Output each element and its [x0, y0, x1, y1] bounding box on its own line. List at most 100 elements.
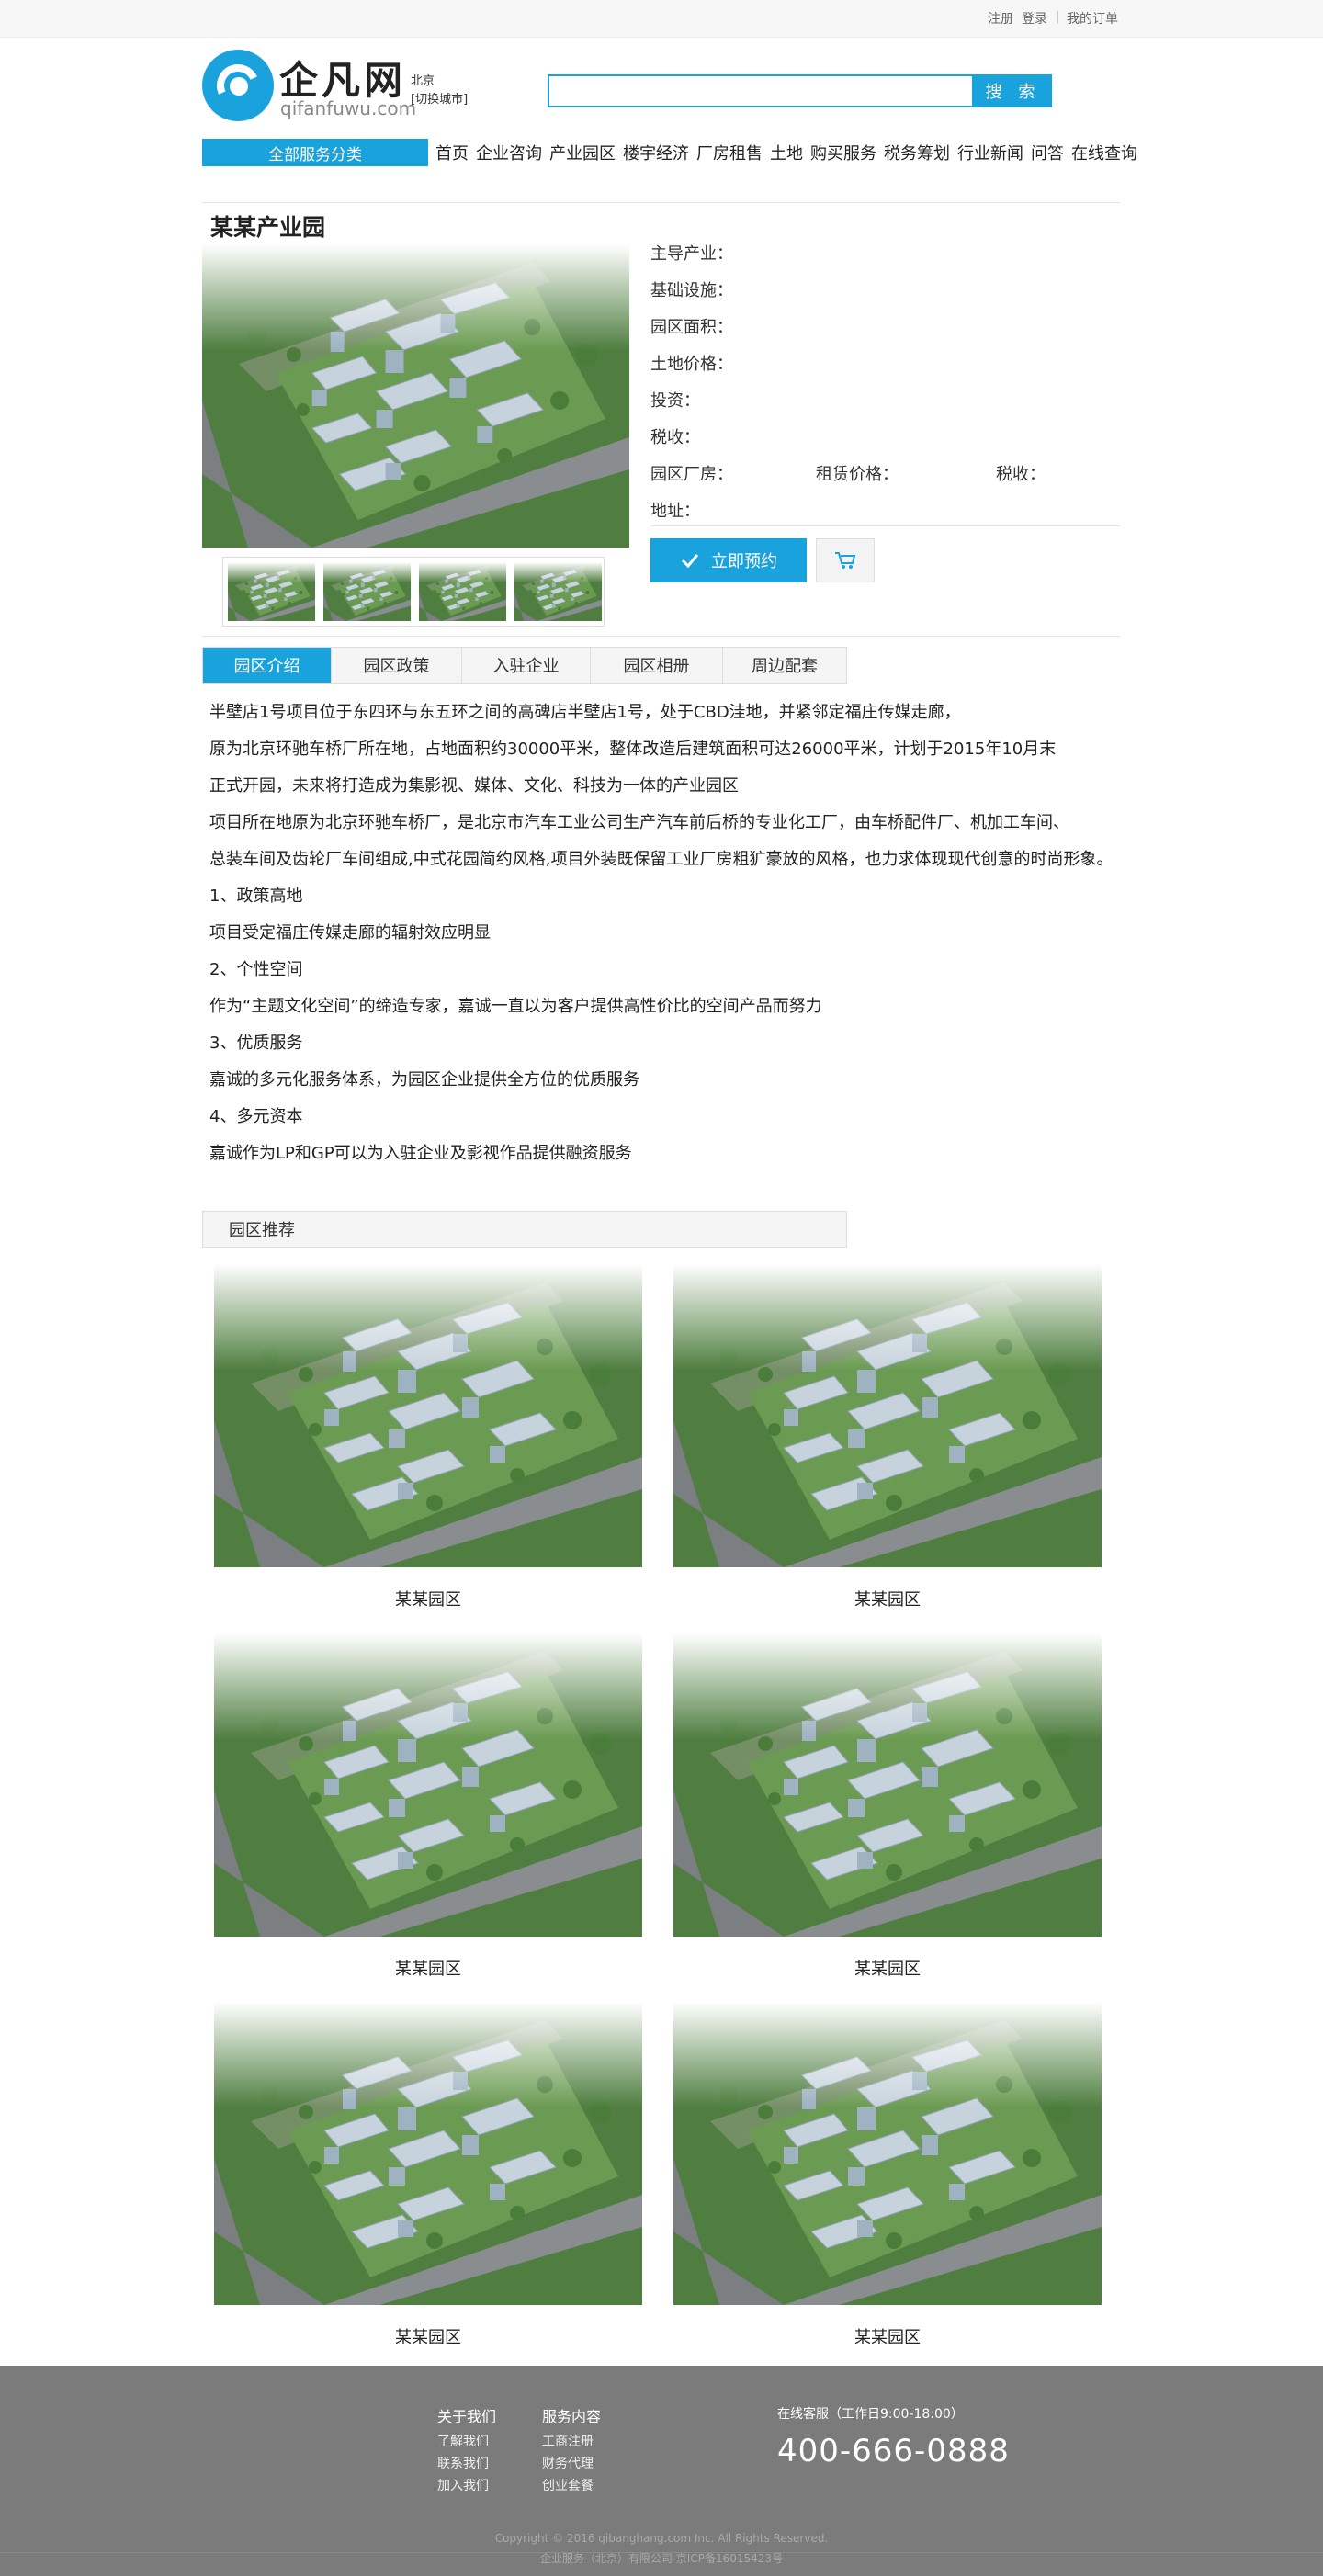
company-icp-text: 企业服务（北京）有限公司 京ICP备16015423号	[539, 2552, 784, 2565]
tab-policy[interactable]: 园区政策	[332, 648, 462, 683]
tab-album[interactable]: 园区相册	[591, 648, 723, 683]
nav-building-economy[interactable]: 楼宇经济	[623, 141, 689, 164]
footer-service-title: 服务内容	[542, 2408, 602, 2425]
park-main-image	[202, 244, 629, 548]
park-card[interactable]: 某某园区	[214, 2002, 642, 2348]
park-card-image[interactable]	[673, 1264, 1102, 1567]
main-nav: 首页 企业咨询 产业园区 楼宇经济 厂房租售 土地 购买服务 税务筹划 行业新闻…	[435, 139, 1145, 166]
hotline-phone: 400-666-0888	[777, 2433, 1010, 2469]
description-line: 项目所在地原为北京环驰车桥厂，是北京市汽车工业公司生产汽车前后桥的专业化工厂，由…	[209, 813, 1069, 832]
footer-link[interactable]: 加入我们	[437, 2476, 489, 2494]
info-tax-2: 税收：	[996, 465, 1046, 484]
switch-city-link[interactable]: [切换城市]	[411, 91, 468, 109]
park-card[interactable]: 某某园区	[673, 2002, 1102, 2348]
info-rent-price: 租赁价格：	[816, 465, 899, 484]
description-line: 嘉诚的多元化服务体系，为园区企业提供全方位的优质服务	[209, 1070, 639, 1090]
all-categories-button[interactable]: 全部服务分类	[202, 139, 428, 166]
footer-link[interactable]: 财务代理	[542, 2454, 594, 2472]
info-land-price: 土地价格：	[650, 355, 733, 374]
page-title: 某某产业园	[210, 214, 326, 241]
description-line: 半壁店1号项目位于东四环与东五环之间的高碑店半壁店1号，处于CBD洼地，并紧邻定…	[209, 703, 961, 722]
description-line: 项目受定福庄传媒走廊的辐射效应明显	[209, 923, 491, 943]
tab-tenants[interactable]: 入驻企业	[462, 648, 591, 683]
park-thumbnail[interactable]	[514, 562, 602, 621]
park-card-title[interactable]: 某某园区	[673, 2324, 1102, 2348]
info-facilities: 基础设施：	[650, 281, 733, 300]
copyright-text: Copyright © 2016 qibanghang.com Inc. All…	[494, 2532, 829, 2545]
description-line: 3、优质服务	[209, 1034, 303, 1053]
park-thumbnail[interactable]	[228, 562, 315, 621]
description-line: 正式开园，未来将打造成为集影视、媒体、文化、科技为一体的产业园区	[209, 776, 739, 796]
park-card[interactable]: 某某园区	[214, 1264, 642, 1610]
service-hours: 在线客服（工作日9:00-18:00）	[777, 2407, 964, 2422]
divider	[202, 636, 1120, 637]
logo-url: qifanfuwu.com	[280, 97, 417, 119]
recommend-header: 园区推荐	[202, 1211, 847, 1248]
top-separator: |	[1056, 10, 1060, 24]
city-selector[interactable]: 北京 [切换城市]	[411, 73, 468, 109]
detail-tabs: 园区介绍 园区政策 入驻企业 园区相册 周边配套	[202, 647, 847, 684]
park-card[interactable]: 某某园区	[673, 1633, 1102, 1980]
nav-home[interactable]: 首页	[435, 141, 469, 164]
park-card-title[interactable]: 某某园区	[673, 1587, 1102, 1610]
park-card-image[interactable]	[673, 1633, 1102, 1937]
park-card-image[interactable]	[214, 1264, 642, 1567]
check-icon	[681, 554, 699, 569]
description-line: 原为北京环驰车桥厂所在地，占地面积约30000平米，整体改造后建筑面积可达260…	[209, 740, 1057, 759]
park-card-title[interactable]: 某某园区	[214, 1587, 642, 1610]
park-thumbnail[interactable]	[419, 562, 506, 621]
park-description: 半壁店1号项目位于东四环与东五环之间的高碑店半壁店1号，处于CBD洼地，并紧邻定…	[209, 695, 1119, 1172]
top-bar	[0, 0, 1323, 38]
description-line: 2、个性空间	[209, 960, 303, 979]
park-card[interactable]: 某某园区	[214, 1633, 642, 1980]
description-line: 4、多元资本	[209, 1107, 303, 1126]
login-link[interactable]: 登录	[1022, 9, 1047, 28]
footer-link[interactable]: 了解我们	[437, 2432, 489, 2450]
description-line: 作为“主题文化空间”的缔造专家，嘉诚一直以为客户提供高性价比的空间产品而努力	[209, 997, 822, 1016]
divider	[650, 525, 1120, 526]
logo-dot	[230, 77, 248, 96]
footer-link[interactable]: 工商注册	[542, 2432, 594, 2450]
description-line: 嘉诚作为LP和GP可以为入驻企业及影视作品提供融资服务	[209, 1144, 632, 1163]
info-industry: 主导产业：	[650, 244, 733, 264]
nav-online-query[interactable]: 在线查询	[1071, 141, 1137, 164]
park-thumbnail[interactable]	[323, 562, 411, 621]
park-card[interactable]: 某某园区	[673, 1264, 1102, 1610]
info-tax: 税收：	[650, 428, 700, 447]
search-input[interactable]	[548, 74, 974, 107]
book-now-button[interactable]: 立即预约	[650, 538, 807, 582]
tab-surroundings[interactable]: 周边配套	[723, 648, 846, 683]
cart-icon	[835, 552, 856, 569]
footer-link[interactable]: 创业套餐	[542, 2476, 594, 2494]
nav-industrial-parks[interactable]: 产业园区	[549, 141, 616, 164]
park-card-image[interactable]	[214, 2002, 642, 2305]
description-line: 总装车间及齿轮厂车间组成,中式花园简约风格,项目外装既保留工业厂房粗犷豪放的风格…	[209, 850, 1114, 869]
nav-qa[interactable]: 问答	[1031, 141, 1064, 164]
park-card-image[interactable]	[673, 2002, 1102, 2305]
info-address: 地址：	[650, 502, 700, 521]
park-card-image[interactable]	[214, 1633, 642, 1937]
info-investment: 投资：	[650, 391, 700, 411]
description-line: 1、政策高地	[209, 887, 303, 906]
add-to-cart-button[interactable]	[816, 538, 875, 582]
book-now-label: 立即预约	[711, 552, 777, 571]
my-orders-link[interactable]: 我的订单	[1067, 9, 1118, 28]
divider	[202, 202, 1120, 203]
park-card-title[interactable]: 某某园区	[214, 1956, 642, 1980]
nav-buy-service[interactable]: 购买服务	[810, 141, 876, 164]
nav-tax-planning[interactable]: 税务筹划	[884, 141, 950, 164]
info-area: 园区面积：	[650, 318, 733, 337]
info-factory: 园区厂房：	[650, 465, 733, 484]
park-card-title[interactable]: 某某园区	[673, 1956, 1102, 1980]
register-link[interactable]: 注册	[988, 9, 1013, 28]
nav-industry-news[interactable]: 行业新闻	[957, 141, 1023, 164]
nav-land[interactable]: 土地	[770, 141, 803, 164]
nav-consulting[interactable]: 企业咨询	[476, 141, 542, 164]
tab-introduction[interactable]: 园区介绍	[203, 648, 332, 683]
search-button[interactable]: 搜 索	[974, 74, 1052, 107]
footer-about-title: 关于我们	[437, 2408, 497, 2425]
park-card-title[interactable]: 某某园区	[214, 2324, 642, 2348]
nav-factory-rent[interactable]: 厂房租售	[696, 141, 763, 164]
city-name: 北京	[411, 74, 435, 88]
footer-link[interactable]: 联系我们	[437, 2454, 489, 2472]
